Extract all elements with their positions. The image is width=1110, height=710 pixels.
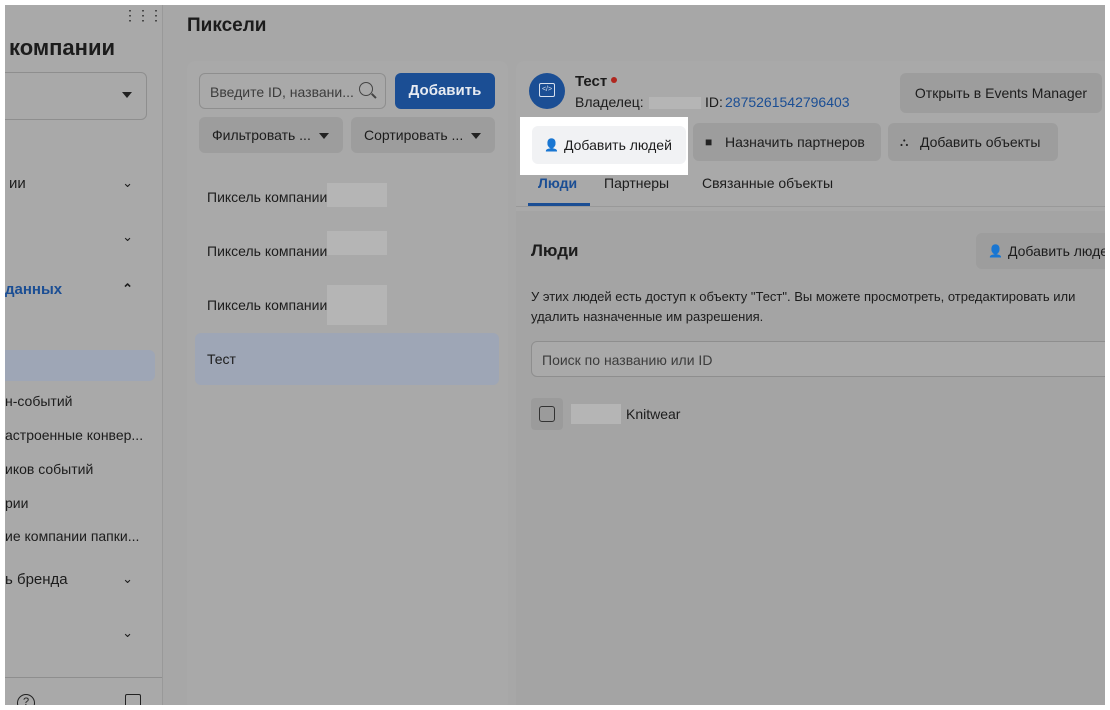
sidebar-item-catalogs[interactable]: рии	[5, 495, 162, 511]
id-label: ID:	[705, 94, 723, 110]
add-pixel-button[interactable]: Добавить	[395, 73, 495, 109]
tab-linked-objects[interactable]: Связанные объекты	[702, 175, 833, 205]
chevron-down-icon: ⌄	[122, 625, 133, 640]
pixel-id-link[interactable]: 2875261542796403	[725, 94, 850, 110]
business-selector[interactable]	[5, 72, 147, 120]
caret-down-icon	[319, 133, 329, 139]
assign-partners-button[interactable]: ■ Назначить партнеров	[693, 123, 881, 161]
pixel-search-input[interactable]: Введите ID, названи...	[199, 73, 386, 109]
sidebar-item-custom-conversions[interactable]: астроенные конвер...	[5, 427, 162, 443]
people-description: У этих людей есть доступ к объекту "Тест…	[531, 289, 1076, 324]
caret-down-icon	[122, 92, 132, 98]
sidebar-item-label: н-событий	[5, 393, 73, 409]
sidebar-item-label: ие компании папки...	[5, 528, 140, 544]
sidebar-item-label: данных	[5, 281, 63, 298]
person-name: Knitwear	[626, 406, 681, 422]
collapse-panel-icon[interactable]	[125, 694, 141, 705]
people-section: Люди 👤 Добавить люде У этих людей есть д…	[516, 211, 1105, 705]
pixel-avatar: </>	[529, 73, 565, 109]
share-nodes-icon: ⛬	[900, 135, 909, 149]
sidebar-title: компании	[9, 35, 116, 60]
chevron-down-icon: ⌄	[122, 571, 133, 586]
pixel-list-item[interactable]: Пиксель компании	[195, 279, 499, 331]
search-placeholder: Введите ID, названи...	[210, 84, 354, 100]
sidebar-footer: ?	[5, 677, 162, 705]
people-search-placeholder: Поиск по названию или ID	[542, 352, 713, 368]
highlight-spotlight: 👤 Добавить людей	[520, 117, 688, 175]
add-people-secondary-button[interactable]: 👤 Добавить люде	[976, 233, 1105, 269]
redacted-text	[327, 183, 387, 207]
sort-dropdown[interactable]: Сортировать ...	[351, 117, 495, 153]
add-people-label: Добавить людей	[564, 137, 672, 153]
apps-grid-icon[interactable]: ⋮⋮⋮	[123, 7, 162, 24]
add-objects-label: Добавить объекты	[920, 134, 1041, 150]
open-events-manager-button[interactable]: Открыть в Events Manager	[900, 73, 1102, 113]
tab-partners[interactable]: Партнеры	[604, 175, 669, 205]
assign-partners-label: Назначить партнеров	[725, 134, 865, 150]
pixel-list-item[interactable]: Пиксель компании	[195, 225, 499, 277]
add-objects-button[interactable]: ⛬ Добавить объекты	[888, 123, 1058, 161]
caret-down-icon	[471, 133, 481, 139]
app-frame: ⋮⋮⋮ компании ии ⌄ ⌄ данных ⌃ н-событий а…	[5, 5, 1105, 705]
sidebar-item-offline-events[interactable]: н-событий	[5, 393, 162, 409]
redacted-name	[571, 404, 621, 424]
redacted-owner	[649, 97, 701, 109]
chevron-down-icon: ⌄	[122, 229, 133, 244]
pixel-name: Тест	[207, 351, 236, 367]
sidebar-item-label: иков событий	[5, 461, 94, 477]
chevron-down-icon: ⌄	[122, 175, 133, 190]
sidebar-item-data-sources[interactable]: данных ⌃	[5, 281, 162, 298]
sidebar-item-event-sources[interactable]: иков событий	[5, 461, 162, 477]
pixel-name: Пиксель компании	[207, 189, 328, 205]
status-dot-icon	[611, 77, 618, 83]
pixel-name: Пиксель компании	[207, 297, 328, 313]
person-row[interactable]: Knitwear	[531, 398, 931, 432]
briefcase-icon: ■	[705, 135, 713, 149]
sidebar-item-brand-safety[interactable]: ь бренда ⌄	[5, 571, 162, 588]
filter-dropdown[interactable]: Фильтровать ...	[199, 117, 343, 153]
people-search-input[interactable]: Поиск по названию или ID	[531, 341, 1105, 377]
sidebar-item-users[interactable]: ии ⌄	[5, 175, 162, 192]
pixel-list-item-selected[interactable]: Тест	[195, 333, 499, 385]
add-person-icon: 👤	[988, 244, 1003, 258]
tab-divider	[516, 206, 1105, 207]
chevron-up-icon: ⌃	[122, 281, 133, 296]
search-icon	[359, 82, 373, 96]
sidebar-item-label: ь бренда	[5, 571, 68, 588]
section-title: Люди	[531, 241, 579, 260]
pixel-title: Тест	[575, 73, 618, 90]
redacted-text	[327, 285, 387, 325]
pixel-title-text: Тест	[575, 73, 608, 90]
tab-people[interactable]: Люди	[538, 175, 577, 205]
add-people-button[interactable]: 👤 Добавить людей	[532, 126, 686, 164]
sidebar-item-pixels[interactable]	[5, 350, 155, 381]
pixel-list-item[interactable]: Пиксель компании	[195, 171, 499, 223]
pixel-name: Пиксель компании	[207, 243, 328, 259]
sidebar: ⋮⋮⋮ компании ии ⌄ ⌄ данных ⌃ н-событий а…	[5, 5, 163, 705]
sidebar-item-label: рии	[5, 495, 29, 511]
add-person-icon: 👤	[544, 138, 559, 152]
code-icon: </>	[539, 83, 555, 97]
sidebar-item-label: астроенные конвер...	[5, 427, 144, 443]
filter-label: Фильтровать ...	[212, 127, 311, 143]
sort-label: Сортировать ...	[364, 127, 464, 143]
person-badge-icon	[531, 398, 563, 430]
sidebar-item-label: ии	[9, 175, 26, 192]
pixel-list-panel: Введите ID, названи... Добавить Фильтров…	[187, 61, 508, 705]
page-title: Пиксели	[187, 15, 267, 36]
add-people-secondary-label: Добавить люде	[1008, 243, 1105, 259]
redacted-text	[327, 231, 387, 255]
owner-label: Владелец:	[575, 94, 644, 110]
help-icon[interactable]: ?	[17, 694, 35, 705]
sidebar-item-folders[interactable]: ие компании папки...	[5, 528, 162, 544]
